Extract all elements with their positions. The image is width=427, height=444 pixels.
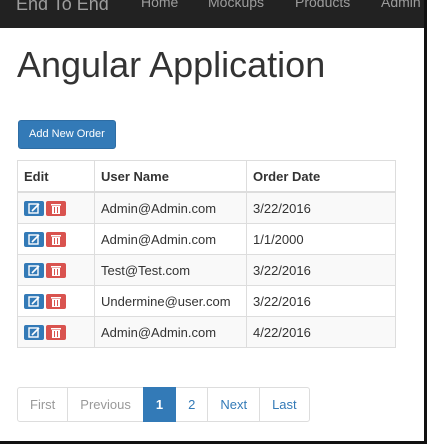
- user-name-cell: Admin@Admin.com: [94, 316, 247, 348]
- add-new-order-button[interactable]: Add New Order: [18, 120, 116, 149]
- pagination-page-2[interactable]: 2: [175, 387, 209, 422]
- nav-link-admin[interactable]: Admin: [381, 0, 421, 10]
- user-name-cell: Test@Test.com: [94, 254, 247, 286]
- nav-link-mockups[interactable]: Mockups: [208, 0, 264, 10]
- orders-table: Edit User Name Order Date Admin@Admin.co…: [17, 160, 396, 348]
- edit-icon[interactable]: [24, 263, 44, 279]
- pagination: First Previous 1 2 Next Last: [17, 387, 310, 422]
- trash-icon[interactable]: [46, 263, 66, 279]
- trash-icon[interactable]: [46, 232, 66, 248]
- trash-icon[interactable]: [46, 325, 66, 341]
- top-navbar: End To End Home Mockups Products Admin: [0, 0, 427, 28]
- nav-link-home[interactable]: Home: [141, 0, 178, 10]
- edit-icon[interactable]: [24, 325, 44, 341]
- table-row: Admin@Admin.com 4/22/2016: [17, 316, 396, 348]
- trash-icon[interactable]: [46, 201, 66, 217]
- table-row: Test@Test.com 3/22/2016: [17, 254, 396, 286]
- pagination-previous[interactable]: Previous: [67, 387, 144, 422]
- page-title: Angular Application: [17, 44, 326, 85]
- edit-cell: [17, 223, 95, 255]
- edit-cell: [17, 316, 95, 348]
- order-date-cell: 4/22/2016: [246, 316, 396, 348]
- table-row: Admin@Admin.com 3/22/2016: [17, 191, 396, 224]
- table-row: Admin@Admin.com 1/1/2000: [17, 223, 396, 255]
- edit-cell: [17, 285, 95, 317]
- table-row: Undermine@user.com 3/22/2016: [17, 285, 396, 317]
- navbar-brand[interactable]: End To End: [16, 0, 109, 15]
- order-date-cell: 3/22/2016: [246, 285, 396, 317]
- trash-icon[interactable]: [46, 294, 66, 310]
- pagination-last[interactable]: Last: [259, 387, 310, 422]
- user-name-cell: Admin@Admin.com: [94, 223, 247, 255]
- pagination-next[interactable]: Next: [207, 387, 261, 422]
- table-header-row: Edit User Name Order Date: [17, 160, 396, 193]
- edit-icon[interactable]: [24, 201, 44, 217]
- nav-link-products[interactable]: Products: [295, 0, 350, 10]
- edit-icon[interactable]: [24, 232, 44, 248]
- pagination-first[interactable]: First: [17, 387, 69, 422]
- order-date-cell: 1/1/2000: [246, 223, 396, 255]
- edit-cell: [17, 191, 95, 224]
- user-name-cell: Admin@Admin.com: [94, 191, 247, 224]
- pagination-page-1[interactable]: 1: [142, 387, 177, 422]
- column-header-order-date: Order Date: [246, 160, 396, 193]
- column-header-edit: Edit: [17, 160, 95, 193]
- order-date-cell: 3/22/2016: [246, 191, 396, 224]
- edit-cell: [17, 254, 95, 286]
- user-name-cell: Undermine@user.com: [94, 285, 247, 317]
- edit-icon[interactable]: [24, 294, 44, 310]
- column-header-user-name: User Name: [94, 160, 247, 193]
- order-date-cell: 3/22/2016: [246, 254, 396, 286]
